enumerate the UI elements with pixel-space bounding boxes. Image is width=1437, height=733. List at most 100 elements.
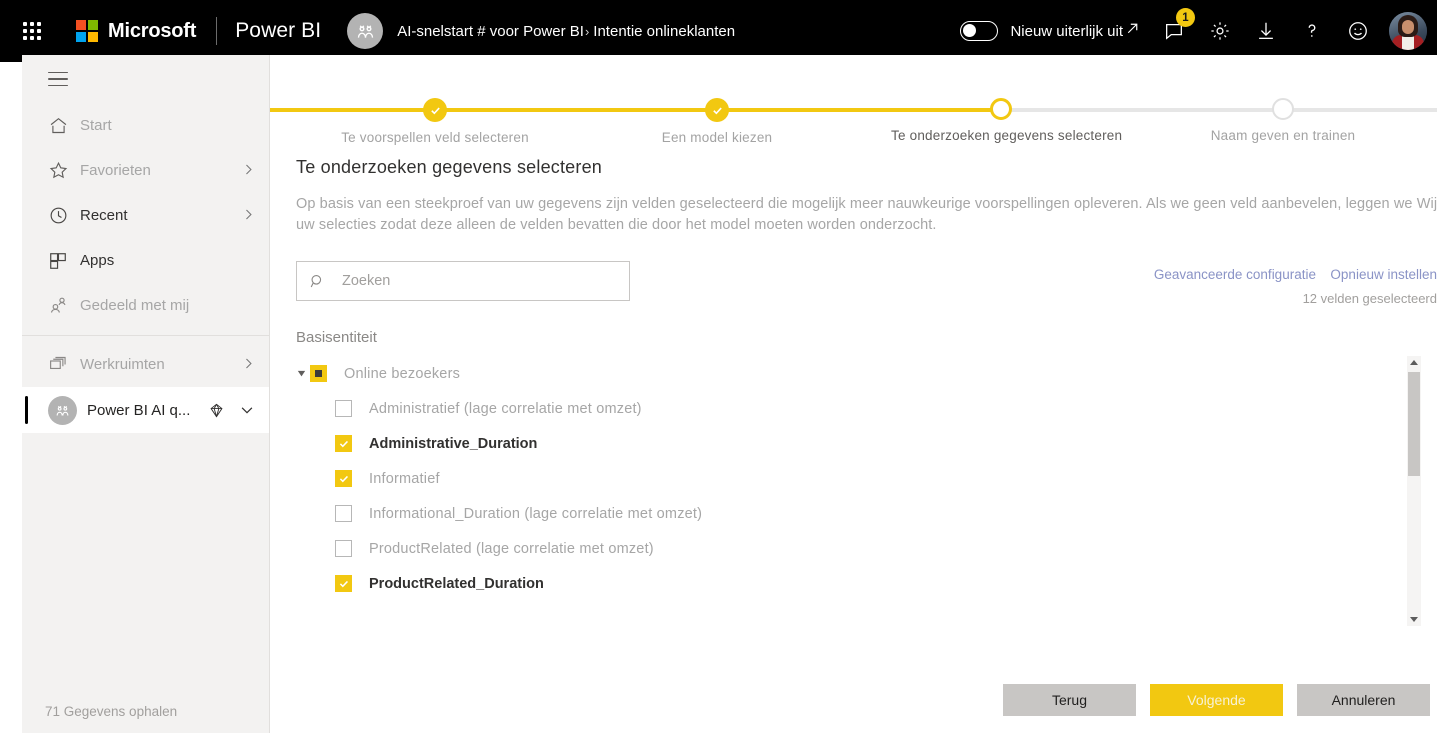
field-row[interactable]: ProductRelated_Duration bbox=[296, 566, 1437, 601]
breadcrumb-current[interactable]: Intentie onlineklanten bbox=[593, 23, 735, 40]
scroll-down-arrow-icon[interactable] bbox=[1407, 612, 1421, 626]
step-current-icon bbox=[990, 98, 1012, 120]
left-navigation-pane: Start Favorieten Recent Apps Gedeeld met… bbox=[22, 55, 270, 733]
sidebar-item-recent[interactable]: Recent bbox=[22, 193, 269, 238]
search-icon bbox=[309, 273, 326, 290]
base-entity-label: Basisentiteit bbox=[296, 329, 377, 346]
sidebar-item-label: Apps bbox=[80, 252, 115, 269]
back-button[interactable]: Terug bbox=[1003, 684, 1136, 716]
new-look-toggle-group[interactable]: Nieuw uiterlijk uit bbox=[960, 20, 1141, 42]
selected-fields-count: 12 velden geselecteerd bbox=[1302, 291, 1437, 306]
microsoft-squares-icon bbox=[76, 20, 98, 42]
advanced-configuration-link[interactable]: Geavanceerde configuratie bbox=[1154, 267, 1316, 282]
workspace-avatar bbox=[48, 395, 77, 425]
scroll-up-arrow-icon[interactable] bbox=[1407, 356, 1421, 370]
download-icon[interactable] bbox=[1243, 0, 1289, 62]
new-look-toggle[interactable] bbox=[960, 21, 999, 41]
checkbox-field[interactable] bbox=[335, 435, 352, 452]
breadcrumb: AI-snelstart # voor Power BI › Intentie … bbox=[397, 23, 735, 40]
notifications-icon[interactable]: 1 bbox=[1151, 0, 1197, 62]
step-complete-icon bbox=[705, 98, 729, 122]
top-navigation-bar: Microsoft Power BI AI-snelstart # voor P… bbox=[0, 0, 1437, 62]
avatar[interactable] bbox=[1389, 12, 1427, 50]
field-list-area: Online bezoekers Administratief (lage co… bbox=[296, 356, 1437, 626]
stepper-step-1[interactable]: Te voorspellen veld selecteren bbox=[325, 55, 545, 145]
search-input[interactable] bbox=[340, 272, 600, 290]
clock-icon bbox=[48, 205, 74, 226]
field-label: Administrative_Duration bbox=[369, 435, 538, 452]
sidebar-item-label: Start bbox=[80, 117, 112, 134]
sidebar-item-current-workspace[interactable]: Power BI AI q... bbox=[22, 387, 269, 433]
field-label: Online bezoekers bbox=[344, 365, 461, 382]
chevron-right-icon bbox=[242, 357, 255, 372]
workspaces-icon bbox=[48, 354, 74, 375]
sidebar-item-apps[interactable]: Apps bbox=[22, 238, 269, 283]
sidebar-item-gedeeld-met-mij[interactable]: Gedeeld met mij bbox=[22, 283, 269, 328]
wizard-stepper: Te voorspellen veld selecteren Een model… bbox=[270, 55, 1437, 145]
sidebar-item-label: Favorieten bbox=[80, 162, 151, 179]
toggle-knob bbox=[963, 24, 977, 37]
feedback-smiley-icon[interactable] bbox=[1335, 0, 1381, 62]
power-bi-app-window: Microsoft Power BI AI-snelstart # voor P… bbox=[0, 0, 1437, 733]
wizard-footer-buttons: Terug Volgende Annuleren bbox=[1003, 684, 1430, 716]
microsoft-wordmark: Microsoft bbox=[108, 19, 197, 42]
sidebar-item-label: Werkruimten bbox=[80, 356, 165, 373]
next-button[interactable]: Volgende bbox=[1150, 684, 1283, 716]
field-row[interactable]: ProductRelated (lage correlatie met omze… bbox=[296, 531, 1437, 566]
settings-gear-icon[interactable] bbox=[1197, 0, 1243, 62]
search-row: Geavanceerde configuratie Opnieuw instel… bbox=[296, 261, 1437, 306]
sidebar-item-favorieten[interactable]: Favorieten bbox=[22, 148, 269, 193]
page-title: Te onderzoeken gegevens selecteren bbox=[296, 157, 603, 177]
field-row[interactable]: Administrative_Duration bbox=[296, 426, 1437, 461]
checkbox-online-bezoekers[interactable] bbox=[310, 365, 327, 382]
field-row[interactable]: Administratief (lage correlatie met omze… bbox=[296, 391, 1437, 426]
stepper-step-3[interactable]: Te onderzoeken gegevens selecteren bbox=[891, 55, 1122, 143]
sidebar-item-werkruimten[interactable]: Werkruimten bbox=[22, 342, 269, 387]
breadcrumb-parent[interactable]: AI-snelstart # voor Power BI bbox=[397, 23, 584, 40]
field-row[interactable]: Informational_Duration (lage correlatie … bbox=[296, 496, 1437, 531]
microsoft-logo[interactable]: Microsoft bbox=[76, 20, 196, 43]
workspace-name: Power BI AI q... bbox=[87, 401, 191, 419]
scroll-thumb[interactable] bbox=[1408, 372, 1420, 476]
checkbox-field[interactable] bbox=[335, 575, 352, 592]
step-complete-icon bbox=[423, 98, 447, 122]
stepper-step-4[interactable]: Naam geven en trainen bbox=[1173, 55, 1393, 143]
chevron-down-icon[interactable] bbox=[239, 402, 255, 418]
sidebar-item-start[interactable]: Start bbox=[22, 103, 269, 148]
top-bar-actions: Nieuw uiterlijk uit 1 bbox=[960, 0, 1437, 62]
app-launcher-icon[interactable] bbox=[10, 22, 54, 40]
checkbox-field[interactable] bbox=[335, 505, 352, 522]
hamburger-menu-icon[interactable] bbox=[22, 55, 269, 103]
reset-link[interactable]: Opnieuw instellen bbox=[1330, 267, 1437, 282]
stepper-step-label: Een model kiezen bbox=[661, 130, 773, 145]
sidebar-divider bbox=[22, 335, 269, 336]
page-description: Op basis van een steekproef van uw gegev… bbox=[296, 196, 1437, 233]
stepper-step-2[interactable]: Een model kiezen bbox=[607, 55, 827, 145]
product-name[interactable]: Power BI bbox=[235, 19, 321, 43]
sidebar-item-label: Gedeeld met mij bbox=[80, 297, 190, 314]
chevron-right-icon bbox=[242, 163, 255, 178]
help-question-icon[interactable] bbox=[1289, 0, 1335, 62]
field-tree: Online bezoekers Administratief (lage co… bbox=[296, 356, 1437, 601]
selection-indicator bbox=[25, 396, 28, 424]
wizard-panel: Te onderzoeken gegevens selecteren Op ba… bbox=[270, 157, 1437, 626]
stepper-step-label: Te voorspellen veld selecteren bbox=[341, 130, 529, 145]
external-link-arrow-icon bbox=[1124, 20, 1141, 42]
field-tree-root-row[interactable]: Online bezoekers bbox=[296, 356, 1437, 391]
checkbox-field[interactable] bbox=[335, 400, 352, 417]
notification-badge: 1 bbox=[1176, 8, 1195, 27]
checkbox-field[interactable] bbox=[335, 540, 352, 557]
field-row[interactable]: Informatief bbox=[296, 461, 1437, 496]
shared-people-icon bbox=[48, 295, 74, 316]
caret-down-icon[interactable] bbox=[296, 368, 310, 379]
field-label: Administratief (lage correlatie met omze… bbox=[369, 400, 642, 417]
checkbox-field[interactable] bbox=[335, 470, 352, 487]
search-box[interactable] bbox=[296, 261, 630, 301]
field-label: Informatief bbox=[369, 470, 440, 487]
new-look-toggle-label: Nieuw uiterlijk uit bbox=[1010, 22, 1123, 40]
apps-grid-icon bbox=[48, 251, 74, 271]
field-list-scrollbar[interactable] bbox=[1407, 356, 1421, 626]
cancel-button[interactable]: Annuleren bbox=[1297, 684, 1430, 716]
stepper-step-label: Naam geven en trainen bbox=[1210, 128, 1356, 143]
diamond-icon bbox=[208, 402, 225, 419]
